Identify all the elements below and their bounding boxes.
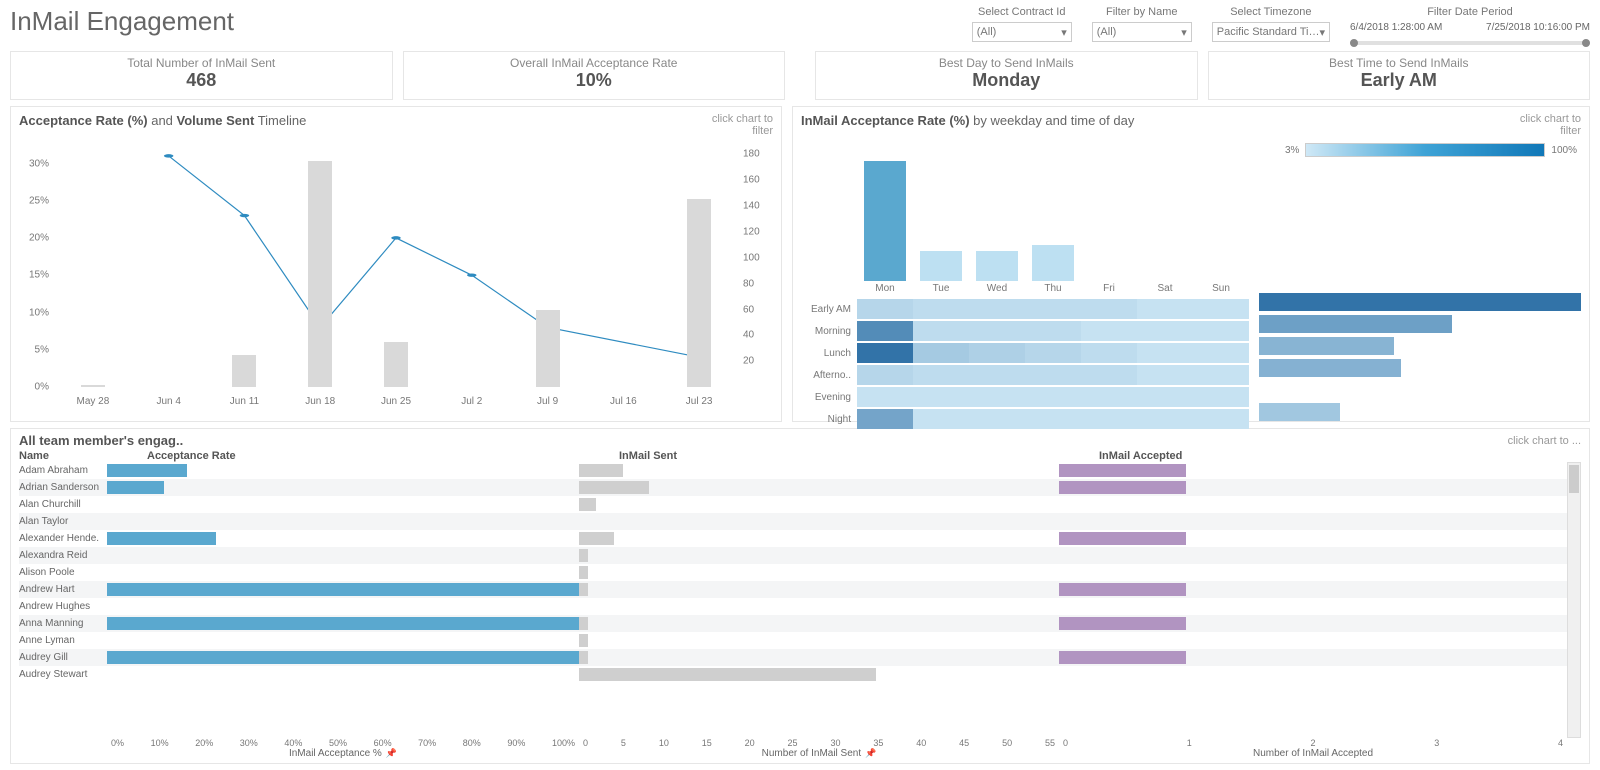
team-table[interactable]: Adam AbrahamAdrian SandersonAlan Churchi…: [19, 462, 1567, 738]
timeline-chart[interactable]: 0%5%10%15%20%25%30% 20406080100120140160…: [19, 141, 773, 411]
pin-icon: 📌: [865, 748, 876, 759]
heatmap-panel[interactable]: InMail Acceptance Rate (%) by weekday an…: [792, 106, 1590, 422]
kpi-acceptance-rate: Overall InMail Acceptance Rate 10%: [403, 51, 786, 100]
kpi-day-label: Best Day to Send InMails: [824, 56, 1189, 70]
timeline-panel[interactable]: Acceptance Rate (%) and Volume Sent Time…: [10, 106, 782, 422]
filter-date-from: 6/4/2018 1:28:00 AM: [1350, 22, 1442, 33]
time-of-day-bar-chart[interactable]: [1259, 291, 1581, 423]
scrollbar-thumb[interactable]: [1569, 465, 1579, 493]
table-row[interactable]: Anna Manning: [19, 615, 1567, 632]
page-title: InMail Engagement: [10, 6, 234, 37]
legend-gradient: [1305, 143, 1545, 157]
timeline-hint: click chart to filter: [712, 113, 773, 137]
table-row[interactable]: Audrey Gill: [19, 649, 1567, 666]
axis-title-accepted: Number of InMail Accepted: [1059, 748, 1567, 759]
table-row[interactable]: Anne Lyman: [19, 632, 1567, 649]
col-header-accepted: InMail Accepted: [1059, 450, 1581, 462]
filter-name-select[interactable]: (All) ▾: [1092, 22, 1192, 42]
kpi-rate-value: 10%: [412, 70, 777, 91]
chevron-down-icon: ▾: [1319, 26, 1325, 39]
axis-title-sent: Number of InMail Sent📌: [579, 748, 1059, 759]
kpi-time-value: Early AM: [1217, 70, 1582, 91]
pin-icon: 📌: [386, 748, 397, 759]
heatmap-grid[interactable]: Early AMMorningLunchAfterno..EveningNigh…: [801, 298, 1249, 430]
table-row[interactable]: Alison Poole: [19, 564, 1567, 581]
kpi-rate-label: Overall InMail Acceptance Rate: [412, 56, 777, 70]
team-panel: All team member's engag.. click chart to…: [10, 428, 1590, 764]
team-title: All team member's engag..: [19, 433, 183, 448]
kpi-total-sent-value: 468: [19, 70, 384, 91]
heatmap-hint: click chart to filter: [1520, 113, 1581, 137]
table-row[interactable]: Alan Churchill: [19, 496, 1567, 513]
table-row[interactable]: Adam Abraham: [19, 462, 1567, 479]
filter-contract-select[interactable]: (All) ▾: [972, 22, 1072, 42]
filter-date-label: Filter Date Period: [1350, 6, 1590, 18]
kpi-total-sent-label: Total Number of InMail Sent: [19, 56, 384, 70]
kpi-total-sent: Total Number of InMail Sent 468: [10, 51, 393, 100]
table-row[interactable]: Alan Taylor: [19, 513, 1567, 530]
chevron-down-icon: ▾: [1061, 26, 1067, 39]
filter-contract-label: Select Contract Id: [972, 6, 1072, 18]
col-header-sent: InMail Sent: [579, 450, 1059, 462]
timeline-title: Acceptance Rate (%) and Volume Sent Time…: [19, 113, 306, 128]
legend-min: 3%: [1285, 145, 1299, 156]
col-header-name: Name: [19, 450, 107, 462]
axis-title-acceptance: InMail Acceptance %📌: [107, 748, 579, 759]
team-hint: click chart to ...: [1508, 435, 1581, 447]
filter-timezone-label: Select Timezone: [1212, 6, 1330, 18]
scrollbar[interactable]: [1567, 462, 1581, 738]
chevron-down-icon: ▾: [1181, 26, 1187, 39]
kpi-best-time: Best Time to Send InMails Early AM: [1208, 51, 1591, 100]
col-header-acceptance: Acceptance Rate: [107, 450, 579, 462]
weekday-bar-chart[interactable]: [857, 161, 1249, 281]
filter-date-to: 7/25/2018 10:16:00 PM: [1486, 22, 1590, 33]
kpi-day-value: Monday: [824, 70, 1189, 91]
filters-bar: Select Contract Id (All) ▾ Filter by Nam…: [972, 6, 1590, 45]
filter-name-label: Filter by Name: [1092, 6, 1192, 18]
filter-timezone-value: Pacific Standard Ti…: [1217, 26, 1320, 38]
table-row[interactable]: Adrian Sanderson: [19, 479, 1567, 496]
table-row[interactable]: Audrey Stewart: [19, 666, 1567, 683]
kpi-best-day: Best Day to Send InMails Monday: [815, 51, 1198, 100]
table-row[interactable]: Alexander Hende.: [19, 530, 1567, 547]
heatmap-title: InMail Acceptance Rate (%) by weekday an…: [801, 113, 1134, 128]
filter-name-value: (All): [1097, 26, 1117, 38]
filter-timezone-select[interactable]: Pacific Standard Ti… ▾: [1212, 22, 1330, 42]
kpi-time-label: Best Time to Send InMails: [1217, 56, 1582, 70]
filter-contract-value: (All): [977, 26, 997, 38]
table-row[interactable]: Andrew Hart: [19, 581, 1567, 598]
table-row[interactable]: Alexandra Reid: [19, 547, 1567, 564]
legend-max: 100%: [1551, 145, 1577, 156]
table-row[interactable]: Andrew Hughes: [19, 598, 1567, 615]
date-range-slider[interactable]: [1350, 41, 1590, 45]
